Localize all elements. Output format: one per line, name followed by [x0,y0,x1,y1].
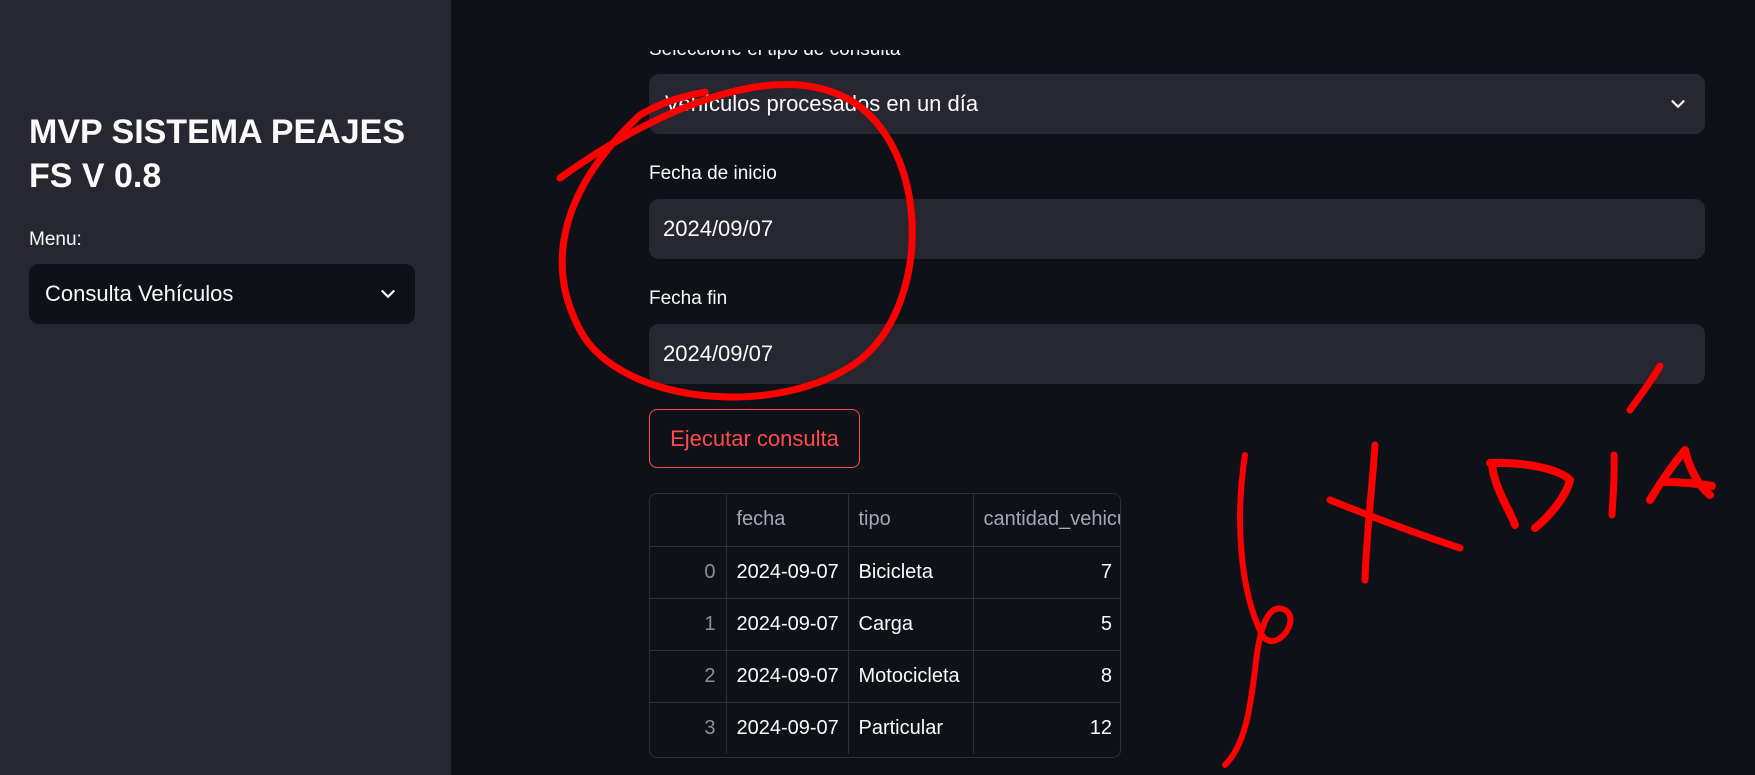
row-index: 1 [650,598,727,651]
cell-fecha[interactable]: 2024-09-07 [726,546,849,599]
results-table[interactable]: fecha tipo cantidad_vehiculos 0 2024-09-… [649,493,1121,758]
cell-tipo[interactable]: Motocicleta [848,650,974,703]
table-row: 2 2024-09-07 Motocicleta 8 [650,650,1120,703]
table-row: 0 2024-09-07 Bicicleta 7 [650,546,1120,599]
start-date-input[interactable]: 2024/09/07 [649,199,1705,259]
row-index: 3 [650,702,727,754]
query-type-select[interactable]: Vehículos procesados en un día [649,74,1705,134]
cell-cantidad[interactable]: 7 [973,546,1120,599]
cell-fecha[interactable]: 2024-09-07 [726,598,849,651]
cell-tipo[interactable]: Bicicleta [848,546,974,599]
query-type-label: Seleccione el tipo de consulta [649,39,901,60]
cell-cantidad[interactable]: 12 [973,702,1120,754]
row-index: 2 [650,650,727,703]
cell-fecha[interactable]: 2024-09-07 [726,650,849,703]
column-header-index[interactable] [650,494,727,547]
menu-select[interactable]: Consulta Vehículos [29,264,415,324]
sidebar: MVP SISTEMA PEAJES FS V 0.8 Menu: Consul… [0,0,451,775]
table-header-row: fecha tipo cantidad_vehiculos [650,494,1120,547]
run-query-button[interactable]: Ejecutar consulta [649,409,860,468]
chevron-down-icon [1671,100,1685,108]
cell-cantidad[interactable]: 8 [973,650,1120,703]
query-type-select-value: Vehículos procesados en un día [665,91,979,116]
chevron-down-icon [381,290,395,298]
menu-label: Menu: [29,229,82,250]
app-window: MVP SISTEMA PEAJES FS V 0.8 Menu: Consul… [0,0,1755,775]
cell-cantidad[interactable]: 5 [973,598,1120,651]
end-date-input[interactable]: 2024/09/07 [649,324,1705,384]
row-index: 0 [650,546,727,599]
start-date-label: Fecha de inicio [649,163,777,184]
results-dataframe: fecha tipo cantidad_vehiculos 0 2024-09-… [650,494,1120,754]
column-header-cantidad[interactable]: cantidad_vehiculos [973,494,1120,547]
menu-select-value: Consulta Vehículos [45,281,234,306]
table-row: 3 2024-09-07 Particular 12 [650,702,1120,754]
main-content: Seleccione el tipo de consulta Vehículos… [451,0,1755,775]
cell-tipo[interactable]: Particular [848,702,974,754]
cell-tipo[interactable]: Carga [848,598,974,651]
table-row: 1 2024-09-07 Carga 5 [650,598,1120,651]
cell-fecha[interactable]: 2024-09-07 [726,702,849,754]
app-title: MVP SISTEMA PEAJES FS V 0.8 [29,113,405,195]
column-header-fecha[interactable]: fecha [726,494,849,547]
column-header-tipo[interactable]: tipo [848,494,974,547]
end-date-label: Fecha fin [649,288,728,309]
